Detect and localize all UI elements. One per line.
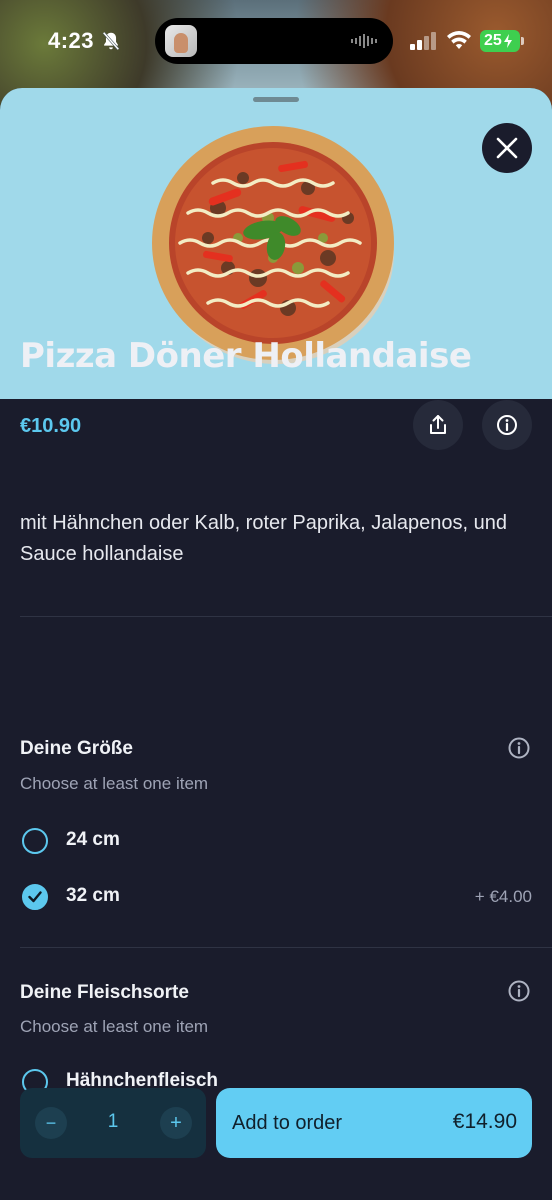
- signal-icon: [410, 32, 436, 50]
- meat-group-subtitle: Choose at least one item: [20, 1017, 209, 1036]
- option-label: 32 cm: [66, 885, 120, 906]
- minus-icon: −: [45, 1113, 57, 1133]
- product-title: Pizza Döner Hollandaise: [20, 336, 472, 376]
- pizza-image: [152, 126, 394, 364]
- bell-slash-icon: [102, 31, 120, 51]
- divider: [20, 616, 552, 617]
- battery-level: 25: [484, 32, 502, 49]
- close-button[interactable]: [482, 123, 532, 173]
- battery-nub: [521, 37, 524, 45]
- now-playing-thumbnail: [165, 25, 197, 57]
- add-to-order-button[interactable]: Add to order €14.90: [216, 1088, 532, 1158]
- size-group-subtitle: Choose at least one item: [20, 774, 209, 793]
- share-button[interactable]: [413, 400, 463, 450]
- sheet-grabber[interactable]: [253, 97, 299, 102]
- product-info-button[interactable]: [482, 400, 532, 450]
- info-icon: [497, 415, 517, 435]
- decrease-quantity-button[interactable]: −: [35, 1107, 67, 1139]
- size-group-title: Deine Größe: [20, 738, 133, 759]
- product-price: €10.90: [20, 415, 82, 437]
- size-option-32cm[interactable]: 32 cm + €4.00: [20, 877, 532, 917]
- size-info-icon[interactable]: [507, 736, 531, 760]
- quantity-stepper: − 1 +: [20, 1088, 206, 1158]
- waveform-icon: [351, 34, 377, 48]
- dynamic-island[interactable]: [155, 18, 393, 64]
- order-total: €14.90: [452, 1110, 517, 1133]
- wifi-icon: [447, 31, 471, 49]
- option-label: 24 cm: [66, 829, 120, 850]
- size-option-24cm[interactable]: 24 cm: [20, 821, 532, 861]
- divider: [20, 947, 552, 948]
- radio-checked-icon[interactable]: [22, 884, 48, 910]
- plus-icon: +: [170, 1112, 182, 1134]
- status-time: 4:23: [48, 28, 95, 53]
- meat-group-title: Deine Fleischsorte: [20, 982, 189, 1003]
- meat-info-icon[interactable]: [507, 979, 531, 1003]
- add-to-order-label: Add to order: [232, 1112, 343, 1134]
- radio-unchecked-icon[interactable]: [22, 828, 48, 854]
- battery-charging-icon: 25: [480, 30, 520, 52]
- product-description: mit Hähnchen oder Kalb, roter Paprika, J…: [20, 512, 507, 565]
- increase-quantity-button[interactable]: +: [160, 1107, 192, 1139]
- share-icon: [430, 415, 446, 434]
- option-surcharge: + €4.00: [474, 887, 532, 906]
- quantity-value: 1: [107, 1111, 119, 1132]
- close-icon: [496, 137, 518, 159]
- status-bar: 4:23 25: [0, 0, 552, 82]
